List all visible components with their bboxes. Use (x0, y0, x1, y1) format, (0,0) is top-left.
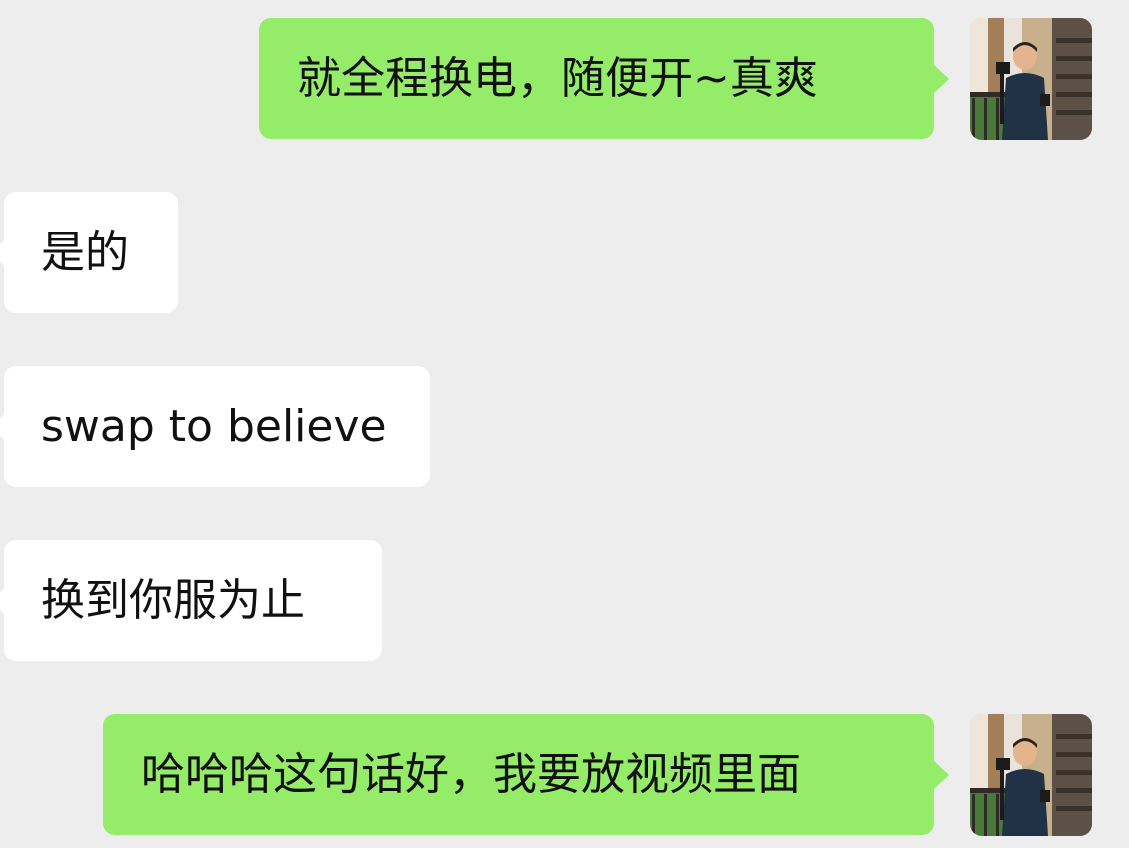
outgoing-message-bubble[interactable]: 就全程换电，随便开~真爽 (259, 18, 949, 139)
message-text: 就全程换电，随便开~真爽 (297, 52, 818, 104)
message-text: 是的 (41, 226, 129, 278)
message-text: 哈哈哈这句话好，我要放视频里面 (141, 748, 801, 800)
outgoing-message-bubble[interactable]: 哈哈哈这句话好，我要放视频里面 (103, 714, 949, 835)
incoming-message-bubble[interactable]: 是的 (0, 192, 178, 313)
incoming-message-bubble[interactable]: 换到你服为止 (0, 540, 382, 661)
incoming-message-bubble[interactable]: swap to believe (0, 366, 430, 487)
user-avatar[interactable] (970, 18, 1092, 140)
message-text: swap to believe (41, 400, 387, 452)
chat-message-list[interactable]: 就全程换电，随便开~真爽 是的 swap to believe 换到你服为止 哈… (0, 0, 1129, 848)
message-text: 换到你服为止 (41, 574, 305, 626)
user-avatar[interactable] (970, 714, 1092, 836)
avatar-photo-icon (970, 714, 1092, 836)
avatar-photo-icon (970, 18, 1092, 140)
